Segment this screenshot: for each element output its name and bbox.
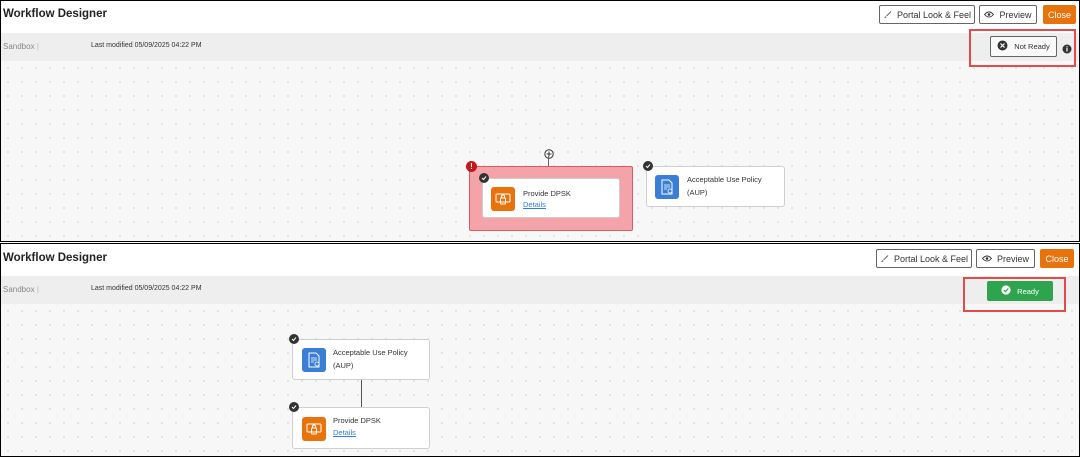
portal-look-feel-label: Portal Look & Feel [896,9,972,20]
portal-look-feel-button[interactable]: Portal Look & Feel [876,249,972,268]
provide-dpsk-node[interactable]: Provide DPSK Details [482,178,620,218]
connector-line [548,156,549,166]
sandbox-label: Sandbox | [3,42,39,51]
close-button[interactable]: Close [1043,5,1076,24]
check-icon [643,161,653,171]
eye-icon [984,11,995,18]
status-not-ready-button[interactable]: Not Ready [990,36,1057,57]
node-title: Acceptable Use Policy (AUP) [687,173,762,199]
page-title: Workflow Designer [3,8,107,20]
node-title: Provide DPSK [333,416,381,425]
sandbox-label: Sandbox | [3,285,39,294]
check-icon [479,173,489,183]
status-bar: Sandbox | Last modified 05/09/2025 04:22… [1,33,1079,61]
node-title-line1: Acceptable Use Policy [333,348,408,357]
provide-dpsk-node[interactable]: Provide DPSK Details [292,407,430,449]
node-title: Provide DPSK [523,189,571,198]
preview-label: Preview [999,9,1032,20]
check-circle-icon [1001,285,1011,297]
info-icon[interactable] [1062,41,1072,59]
document-icon [302,348,326,372]
workflow-canvas[interactable]: Acceptable Use Policy (AUP) Provide DPSK… [1,304,1079,456]
workflow-canvas[interactable]: ! Provide DPSK Details Acceptable Use Po… [1,61,1079,241]
brush-icon [883,10,892,19]
eye-icon [981,255,992,262]
aup-node[interactable]: Acceptable Use Policy (AUP) [292,339,430,380]
preview-button[interactable]: Preview [979,5,1037,24]
brush-icon [880,254,889,263]
node-title-line2: (AUP) [687,188,708,197]
details-link[interactable]: Details [333,428,356,437]
page-title: Workflow Designer [3,252,107,264]
preview-label: Preview [996,253,1029,264]
portal-look-feel-button[interactable]: Portal Look & Feel [879,5,975,24]
check-icon [289,402,299,412]
portal-look-feel-label: Portal Look & Feel [893,253,969,264]
last-modified: Last modified 05/09/2025 04:22 PM [91,285,202,292]
workflow-panel-not-ready: Workflow Designer Portal Look & Feel Pre… [0,0,1080,242]
details-link[interactable]: Details [523,200,546,209]
document-icon [655,175,679,199]
workflow-panel-ready: Workflow Designer Portal Look & Feel Pre… [0,243,1080,457]
dpsk-icon [302,417,326,441]
connector-line [361,380,362,407]
node-title-line2: (AUP) [333,361,354,370]
last-modified: Last modified 05/09/2025 04:22 PM [91,42,202,49]
status-bar: Sandbox | Last modified 05/09/2025 04:22… [1,276,1079,304]
node-title-line1: Acceptable Use Policy [687,175,762,184]
check-icon [289,334,299,344]
x-circle-icon [997,40,1008,53]
header: Workflow Designer Portal Look & Feel Pre… [1,244,1079,276]
status-ready-button[interactable]: Ready [987,281,1053,301]
preview-button[interactable]: Preview [976,249,1035,268]
error-icon: ! [466,161,477,172]
aup-node[interactable]: Acceptable Use Policy (AUP) [646,166,785,207]
status-label: Ready [1017,286,1039,296]
status-label: Not Ready [1014,42,1050,51]
header: Workflow Designer Portal Look & Feel Pre… [1,1,1079,33]
close-button[interactable]: Close [1040,249,1074,268]
node-title: Acceptable Use Policy (AUP) [333,346,408,372]
dpsk-icon [491,187,515,211]
plus-circle-icon[interactable] [544,146,554,164]
